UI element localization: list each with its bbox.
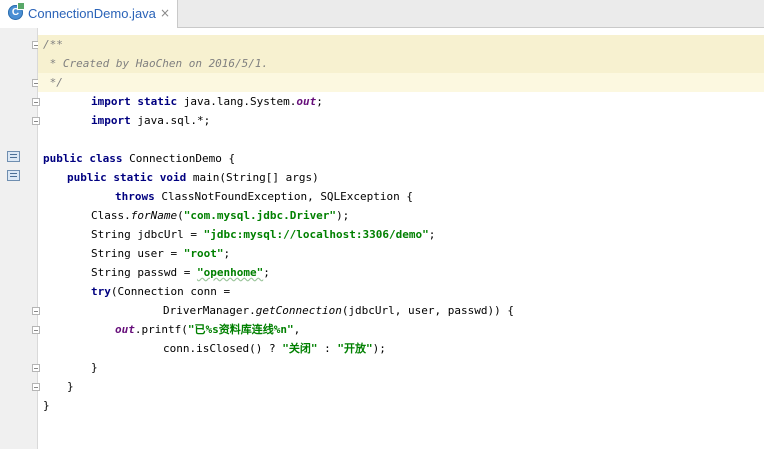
editor-tab-bar: C ConnectionDemo.java × bbox=[0, 0, 764, 28]
code-editor[interactable]: /** * Created by HaoChen on 2016/5/1. */… bbox=[38, 28, 764, 449]
tab-connectiondemo-java[interactable]: C ConnectionDemo.java × bbox=[0, 0, 178, 28]
run-badge-icon bbox=[17, 2, 25, 10]
code-line-17: conn.isClosed() ? "关闭" : "开放"); bbox=[163, 342, 386, 355]
code-line-15: DriverManager.getConnection(jdbcUrl, use… bbox=[163, 304, 514, 317]
code-line-7: public class ConnectionDemo { bbox=[43, 152, 236, 165]
code-line-2: * Created by HaoChen on 2016/5/1. bbox=[43, 57, 269, 70]
editor-gutter bbox=[0, 28, 40, 449]
current-line-highlight bbox=[38, 73, 764, 92]
code-line-20: } bbox=[43, 399, 50, 412]
code-line-18: } bbox=[91, 361, 98, 374]
close-icon[interactable]: × bbox=[160, 5, 170, 21]
code-line-8: public static void main(String[] args) bbox=[67, 171, 319, 184]
code-line-10: Class.forName("com.mysql.jdbc.Driver"); bbox=[91, 209, 350, 222]
code-line-11: String jdbcUrl = "jdbc:mysql://localhost… bbox=[91, 228, 436, 241]
code-line-4: import static java.lang.System.out; bbox=[91, 95, 323, 108]
code-line-9: throws ClassNotFoundException, SQLExcept… bbox=[115, 190, 414, 203]
code-line-1: /** bbox=[43, 38, 63, 51]
code-line-16: out.printf("已%s资料库连线%n", bbox=[115, 323, 301, 336]
tab-title[interactable]: ConnectionDemo.java bbox=[28, 6, 156, 21]
implementation-marker-icon[interactable] bbox=[7, 151, 20, 162]
code-line-14: try(Connection conn = bbox=[91, 285, 231, 298]
code-line-3: */ bbox=[43, 76, 63, 89]
code-line-12: String user = "root"; bbox=[91, 247, 231, 260]
implementation-marker-icon[interactable] bbox=[7, 170, 20, 181]
code-line-19: } bbox=[67, 380, 74, 393]
code-line-5: import java.sql.*; bbox=[91, 114, 211, 127]
code-line-13: String passwd = "openhome"; bbox=[91, 266, 270, 279]
doc-comment-highlight bbox=[38, 35, 764, 54]
